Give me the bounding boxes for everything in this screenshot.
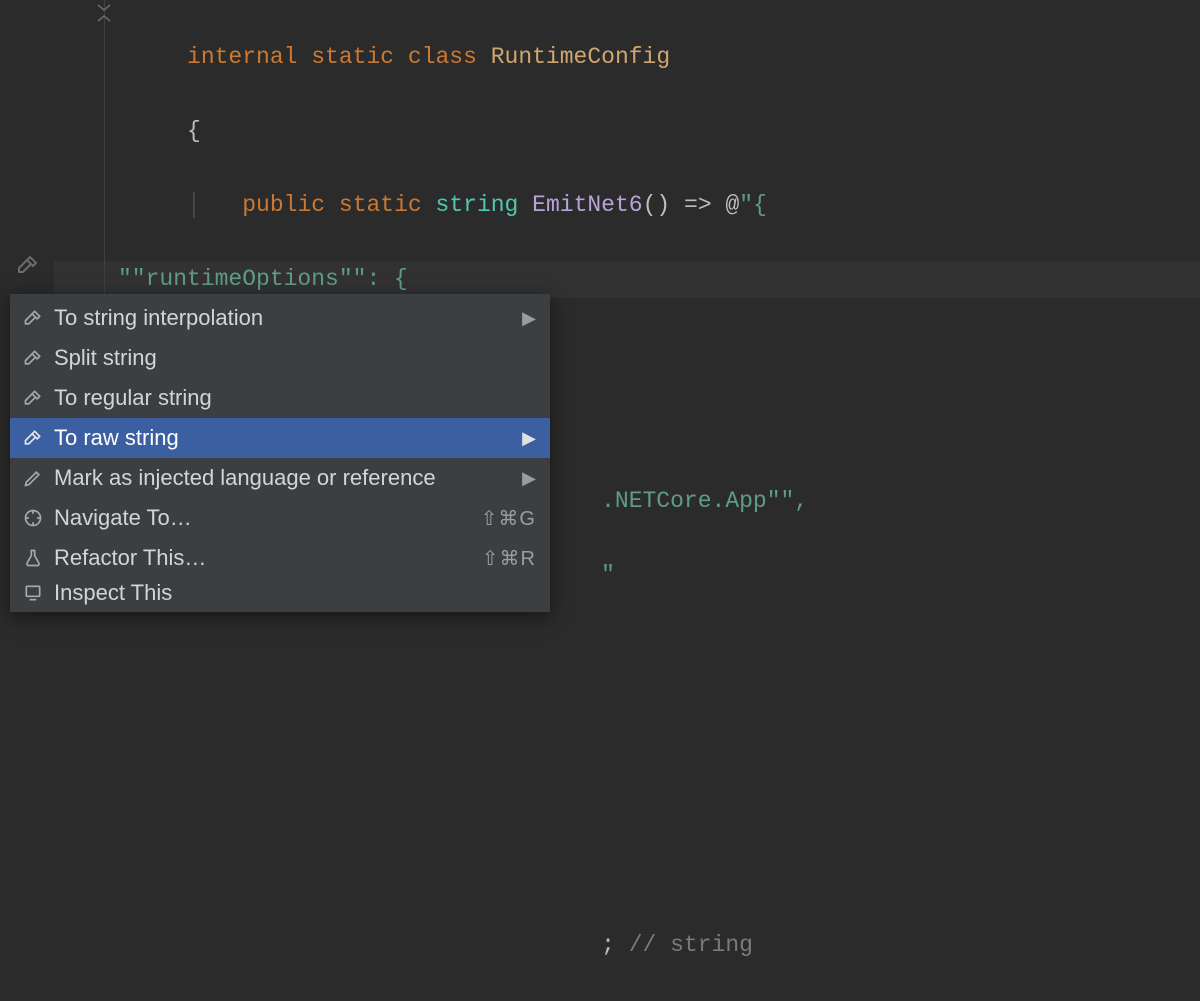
code-line: internal static class RuntimeConfig <box>118 39 808 76</box>
code-line <box>118 631 808 668</box>
code-line <box>118 705 808 742</box>
chevron-right-icon: ▶ <box>522 308 536 329</box>
action-mark-injected[interactable]: Mark as injected language or reference ▶ <box>10 458 550 498</box>
code-line <box>118 853 808 890</box>
action-label: Inspect This <box>54 580 536 606</box>
code-line: ; // string <box>118 927 808 964</box>
inspect-icon <box>22 582 44 604</box>
shortcut-label: ⇧⌘G <box>481 506 536 531</box>
code-line: { <box>118 113 808 150</box>
action-to-interpolation[interactable]: To string interpolation ▶ <box>10 298 550 338</box>
shortcut-label: ⇧⌘R <box>482 546 536 571</box>
hammer-icon <box>22 307 44 329</box>
code-line: │ public static string EmitNet6() => @"{ <box>118 187 808 224</box>
action-inspect-this[interactable]: Inspect This <box>10 578 550 608</box>
action-label: Mark as injected language or reference <box>54 465 522 491</box>
hammer-icon <box>22 387 44 409</box>
action-label: To string interpolation <box>54 305 522 331</box>
action-refactor-this[interactable]: Refactor This… ⇧⌘R <box>10 538 550 578</box>
action-label: Split string <box>54 345 536 371</box>
context-actions-menu: To string interpolation ▶ Split string T… <box>10 294 550 612</box>
action-label: To regular string <box>54 385 536 411</box>
action-navigate-to[interactable]: Navigate To… ⇧⌘G <box>10 498 550 538</box>
hammer-icon <box>16 253 40 282</box>
code-line <box>118 779 808 816</box>
action-to-regular-string[interactable]: To regular string <box>10 378 550 418</box>
chevron-right-icon: ▶ <box>522 468 536 489</box>
action-label: Navigate To… <box>54 505 481 531</box>
action-split-string[interactable]: Split string <box>10 338 550 378</box>
chevron-right-icon: ▶ <box>522 428 536 449</box>
action-to-raw-string[interactable]: To raw string ▶ <box>10 418 550 458</box>
pen-icon <box>22 467 44 489</box>
code-line: ""runtimeOptions"": { <box>118 261 808 298</box>
fold-chevron-icon[interactable] <box>97 4 111 22</box>
action-label: To raw string <box>54 425 522 451</box>
hammer-icon <box>22 427 44 449</box>
action-label: Refactor This… <box>54 545 482 571</box>
nav-icon <box>22 507 44 529</box>
hammer-icon <box>22 347 44 369</box>
flask-icon <box>22 547 44 569</box>
